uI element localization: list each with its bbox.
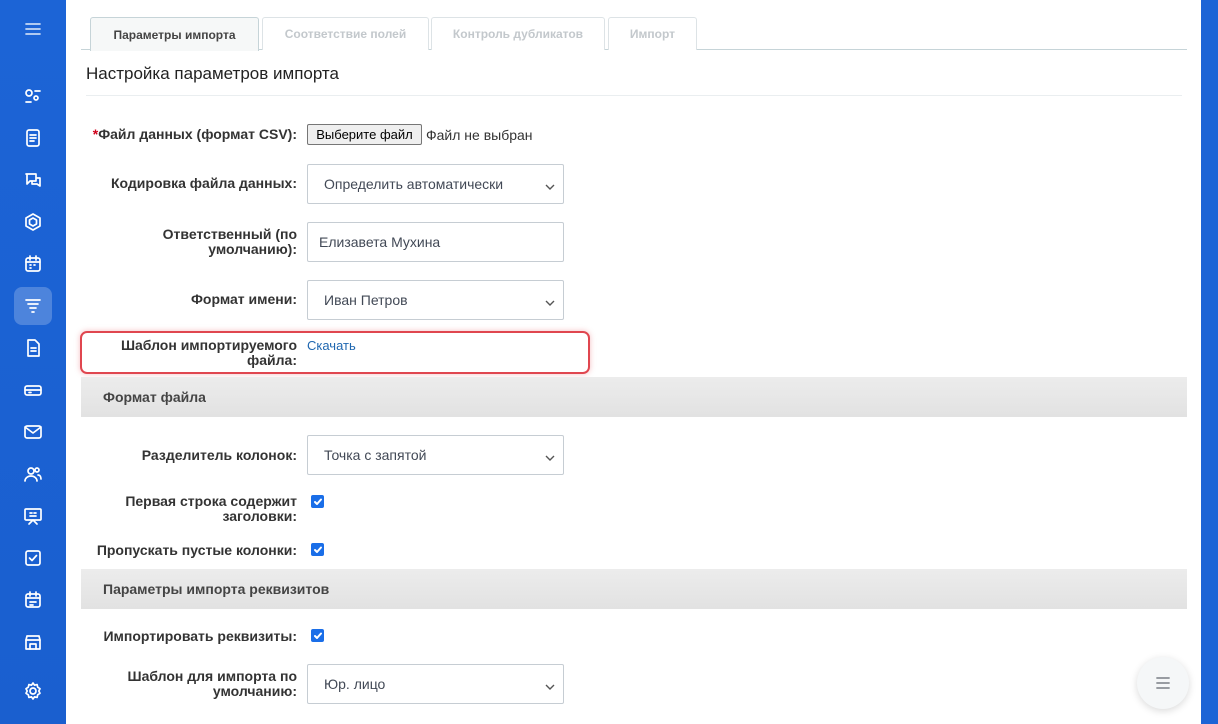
name-format-value: Иван Петров [324,292,408,308]
name-format-select[interactable]: Иван Петров [307,280,564,320]
chevron-down-icon [545,295,555,306]
name-format-label: Формат имени: [190,291,297,307]
file-icon[interactable] [14,329,52,367]
filter-icon[interactable] [14,287,52,325]
menu-icon[interactable] [14,10,52,48]
section-requisites: Параметры импорта реквизитов [81,569,1187,609]
first-row-headers-label-line1: Первая строка содержит [125,493,297,509]
default-template-label: Шаблон для импорта по умолчанию: [57,669,297,699]
responsible-label-line1: Ответственный (по [162,226,297,242]
default-template-select[interactable]: Юр. лицо [307,664,564,704]
section-file-format: Формат файла [81,377,1187,417]
responsible-label: Ответственный (по умолчанию): [57,227,297,257]
tab-import[interactable]: Импорт [608,17,697,50]
chevron-down-icon [545,450,555,461]
separator-select[interactable]: Точка с запятой [307,435,564,475]
page-title: Настройка параметров импорта [86,64,339,83]
separator-label: Разделитель колонок: [141,447,297,463]
chevron-down-icon [545,679,555,690]
tab-import-params[interactable]: Параметры импорта [90,17,259,51]
encoding-select[interactable]: Определить автоматически [307,164,564,204]
chat-icon[interactable] [14,161,52,199]
mail-icon[interactable] [14,413,52,451]
calendar-icon[interactable] [14,245,52,283]
responsible-input[interactable]: Елизавета Мухина [307,222,564,262]
file-label-text: Файл данных (формат CSV): [98,126,297,142]
encoding-label: Кодировка файла данных: [111,175,297,191]
presentation-icon[interactable] [14,497,52,535]
check-icon [313,632,322,639]
encoding-value: Определить автоматически [324,176,504,192]
first-row-headers-label: Первая строка содержит заголовки: [57,494,297,524]
right-scroll-strip [1201,0,1218,724]
import-requisites-label: Импортировать реквизиты: [103,628,297,644]
choose-file-button[interactable]: Выберите файл [307,124,422,145]
check-icon [313,546,322,553]
skip-empty-label: Пропускать пустые колонки: [96,542,297,558]
default-template-label-line1: Шаблон для импорта по [127,668,297,684]
template-label: Шаблон импортируемого файла: [57,338,297,368]
template-label-line1: Шаблон импортируемого [120,337,297,353]
tab-duplicate-control[interactable]: Контроль дубликатов [431,17,605,50]
contacts-icon[interactable] [14,455,52,493]
skip-empty-checkbox[interactable] [311,543,324,556]
template-label-line2: файла: [247,352,297,368]
file-status: Файл не выбран [426,127,533,143]
schedule-icon[interactable] [14,581,52,619]
document-icon[interactable] [14,119,52,157]
tab-field-mapping[interactable]: Соответствие полей [262,17,429,50]
title-divider [86,95,1182,96]
responsible-label-line2: умолчанию): [208,241,297,257]
first-row-headers-label-line2: заголовки: [222,508,297,524]
hexagon-icon[interactable] [14,203,52,241]
inbox-icon[interactable] [14,371,52,409]
chevron-down-icon [545,179,555,190]
list-icon[interactable] [1137,657,1189,709]
sales-funnel-icon[interactable] [14,77,52,115]
import-requisites-checkbox[interactable] [311,629,324,642]
tasks-icon[interactable] [14,539,52,577]
settings-icon[interactable] [14,672,52,710]
tab-bar: Параметры импорта Соответствие полей Кон… [81,0,1187,51]
store-icon[interactable] [14,623,52,661]
file-label: *Файл данных (формат CSV): [57,127,297,142]
check-icon [313,498,322,505]
first-row-headers-checkbox[interactable] [311,495,324,508]
separator-value: Точка с запятой [324,447,427,463]
download-template-link[interactable]: Скачать [307,338,356,353]
default-template-label-line2: умолчанию: [212,683,297,699]
default-template-value: Юр. лицо [324,676,386,692]
